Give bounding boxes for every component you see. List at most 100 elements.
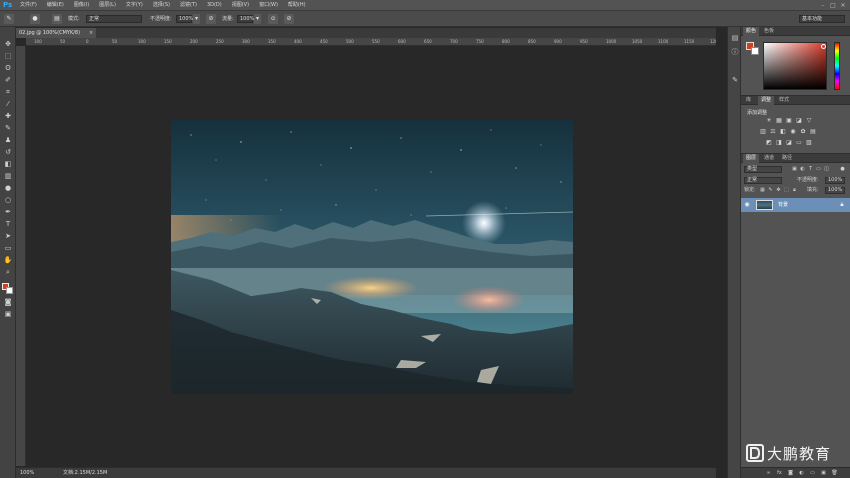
brush-size-icon[interactable]: ● <box>30 14 40 24</box>
minimize-button[interactable]: – <box>818 0 828 11</box>
move-tool-icon[interactable]: ✥ <box>3 39 13 49</box>
flow-dropdown-icon[interactable]: ▾ <box>254 14 261 24</box>
lock-image-icon[interactable]: ✎ <box>767 187 774 194</box>
gradient-tool-icon[interactable]: ▥ <box>3 171 13 181</box>
gradient-map-icon[interactable]: ▭ <box>795 139 803 147</box>
path-select-tool-icon[interactable]: ➤ <box>3 231 13 241</box>
maximize-button[interactable]: □ <box>828 0 838 11</box>
tab-swatches[interactable]: 色板 <box>761 27 777 36</box>
tab-adjustments[interactable]: 调整 <box>758 96 775 105</box>
blur-tool-icon[interactable]: ● <box>3 183 13 193</box>
workspace-select[interactable]: 基本功能 <box>799 15 845 23</box>
document-tab[interactable]: 02.jpg @ 100%(CMYK/8) <box>16 28 96 38</box>
lasso-tool-icon[interactable]: ʘ <box>3 63 13 73</box>
zoom-tool-icon[interactable]: ⌕ <box>3 267 13 277</box>
filter-type-icon[interactable]: T <box>807 166 814 173</box>
hue-slider[interactable] <box>834 42 840 90</box>
opacity-input[interactable]: 100% <box>176 15 193 23</box>
new-group-icon[interactable]: ▭ <box>809 470 816 477</box>
lock-all-icon[interactable]: 🔒︎ <box>791 187 798 194</box>
lock-position-icon[interactable]: ✥ <box>775 187 782 194</box>
crop-tool-icon[interactable]: ⌗ <box>3 87 13 97</box>
zoom-level-field[interactable]: 100% <box>20 470 38 477</box>
tab-layers[interactable]: 图层 <box>743 154 760 163</box>
airbrush-icon[interactable]: ɑ <box>268 14 278 24</box>
menu-item-1[interactable]: 编辑(E) <box>47 0 64 11</box>
properties-icon[interactable]: ⓘ <box>730 47 740 57</box>
brush-panel-icon[interactable]: ▤ <box>52 14 62 24</box>
fill-input[interactable]: 100% <box>825 187 845 194</box>
background-color-swatch[interactable] <box>6 287 13 294</box>
black-white-icon[interactable]: ◧ <box>779 128 787 136</box>
menu-item-9[interactable]: 窗口(W) <box>259 0 278 11</box>
visibility-eye-icon[interactable]: ◉ <box>743 201 751 209</box>
layer-name[interactable]: 背景 <box>778 200 788 210</box>
hue-saturation-icon[interactable]: ▥ <box>759 128 767 136</box>
panel-background-swatch[interactable] <box>751 47 759 55</box>
flow-input[interactable]: 100% <box>237 15 254 23</box>
layer-style-icon[interactable]: fx <box>776 470 783 477</box>
levels-icon[interactable]: ▦ <box>775 117 783 125</box>
close-button[interactable]: ✕ <box>838 0 848 11</box>
quick-select-tool-icon[interactable]: ✐ <box>3 75 13 85</box>
canvas-area[interactable] <box>26 46 716 466</box>
menu-item-6[interactable]: 滤镜(T) <box>180 0 197 11</box>
document-tab-close-icon[interactable]: × <box>89 28 93 38</box>
brush-tool-icon[interactable]: ✎ <box>3 123 13 133</box>
curves-icon[interactable]: ▣ <box>785 117 793 125</box>
pressure-size-icon[interactable]: ⊘ <box>284 14 294 24</box>
pen-tool-icon[interactable]: ✒ <box>3 207 13 217</box>
shape-tool-icon[interactable]: ▭ <box>3 243 13 253</box>
eyedropper-tool-icon[interactable]: ⁄ <box>3 99 13 109</box>
layer-lock-icon[interactable]: 🔒︎ <box>838 201 846 209</box>
delete-layer-icon[interactable]: 🗑︎ <box>831 470 838 477</box>
tab-color[interactable]: 颜色 <box>743 27 760 36</box>
menu-item-7[interactable]: 3D(D) <box>207 0 222 11</box>
posterize-icon[interactable]: ◨ <box>775 139 783 147</box>
lock-artboard-icon[interactable]: ⬚ <box>783 187 790 194</box>
exposure-icon[interactable]: ◪ <box>795 117 803 125</box>
menu-item-3[interactable]: 图层(L) <box>99 0 116 11</box>
tab-styles[interactable]: 样式 <box>776 96 792 105</box>
tab-channels[interactable]: 通道 <box>761 154 777 163</box>
menu-item-8[interactable]: 视图(V) <box>232 0 249 11</box>
ruler-vertical[interactable] <box>16 46 26 466</box>
hand-tool-icon[interactable]: ✋ <box>3 255 13 265</box>
tab-paths[interactable]: 路径 <box>779 154 795 163</box>
healing-brush-tool-icon[interactable]: ✚ <box>3 111 13 121</box>
menu-item-0[interactable]: 文件(F) <box>20 0 37 11</box>
add-mask-icon[interactable]: ◙ <box>787 470 794 477</box>
color-picker-field[interactable] <box>763 42 827 90</box>
blend-mode-select[interactable]: 正常 <box>744 177 782 184</box>
layer-filter-kind[interactable]: 类型 <box>744 166 782 173</box>
menu-item-4[interactable]: 文字(Y) <box>126 0 143 11</box>
lock-transparent-icon[interactable]: ▦ <box>759 187 766 194</box>
selective-color-icon[interactable]: ▧ <box>805 139 813 147</box>
history-brush-tool-icon[interactable]: ↺ <box>3 147 13 157</box>
document-image[interactable] <box>171 120 573 394</box>
photo-filter-icon[interactable]: ◉ <box>789 128 797 136</box>
screen-mode-icon[interactable]: ▣ <box>3 309 13 319</box>
filter-adjustment-icon[interactable]: ◐ <box>799 166 806 173</box>
new-adjustment-icon[interactable]: ◐ <box>798 470 805 477</box>
brightness-icon[interactable]: ☀ <box>765 117 773 125</box>
color-lookup-icon[interactable]: ▤ <box>809 128 817 136</box>
color-balance-icon[interactable]: ⚖ <box>769 128 777 136</box>
pressure-opacity-icon[interactable]: ⊘ <box>206 14 216 24</box>
invert-icon[interactable]: ◩ <box>765 139 773 147</box>
brush-tool-preset-icon[interactable]: ✎ <box>4 14 14 24</box>
filter-pixel-icon[interactable]: ▣ <box>791 166 798 173</box>
clone-stamp-tool-icon[interactable]: ♟ <box>3 135 13 145</box>
type-tool-icon[interactable]: T <box>3 219 13 229</box>
opacity-dropdown-icon[interactable]: ▾ <box>193 14 200 24</box>
ruler-horizontal[interactable]: 100 50 0 50 100 150 200 250 300 350 400 450 500 550 60… <box>26 38 716 46</box>
menu-item-10[interactable]: 帮助(H) <box>288 0 306 11</box>
dodge-tool-icon[interactable]: ○ <box>3 195 13 205</box>
vibrance-icon[interactable]: ▽ <box>805 117 813 125</box>
color-picker-handle[interactable] <box>821 44 826 49</box>
quick-mask-icon[interactable]: ◙ <box>3 297 13 307</box>
document-size-info[interactable]: 文档:2.15M/2.15M <box>63 470 107 477</box>
link-layers-icon[interactable]: ∞ <box>765 470 772 477</box>
filter-toggle-icon[interactable]: ● <box>839 166 846 173</box>
tab-libraries[interactable]: 库 <box>743 96 754 105</box>
